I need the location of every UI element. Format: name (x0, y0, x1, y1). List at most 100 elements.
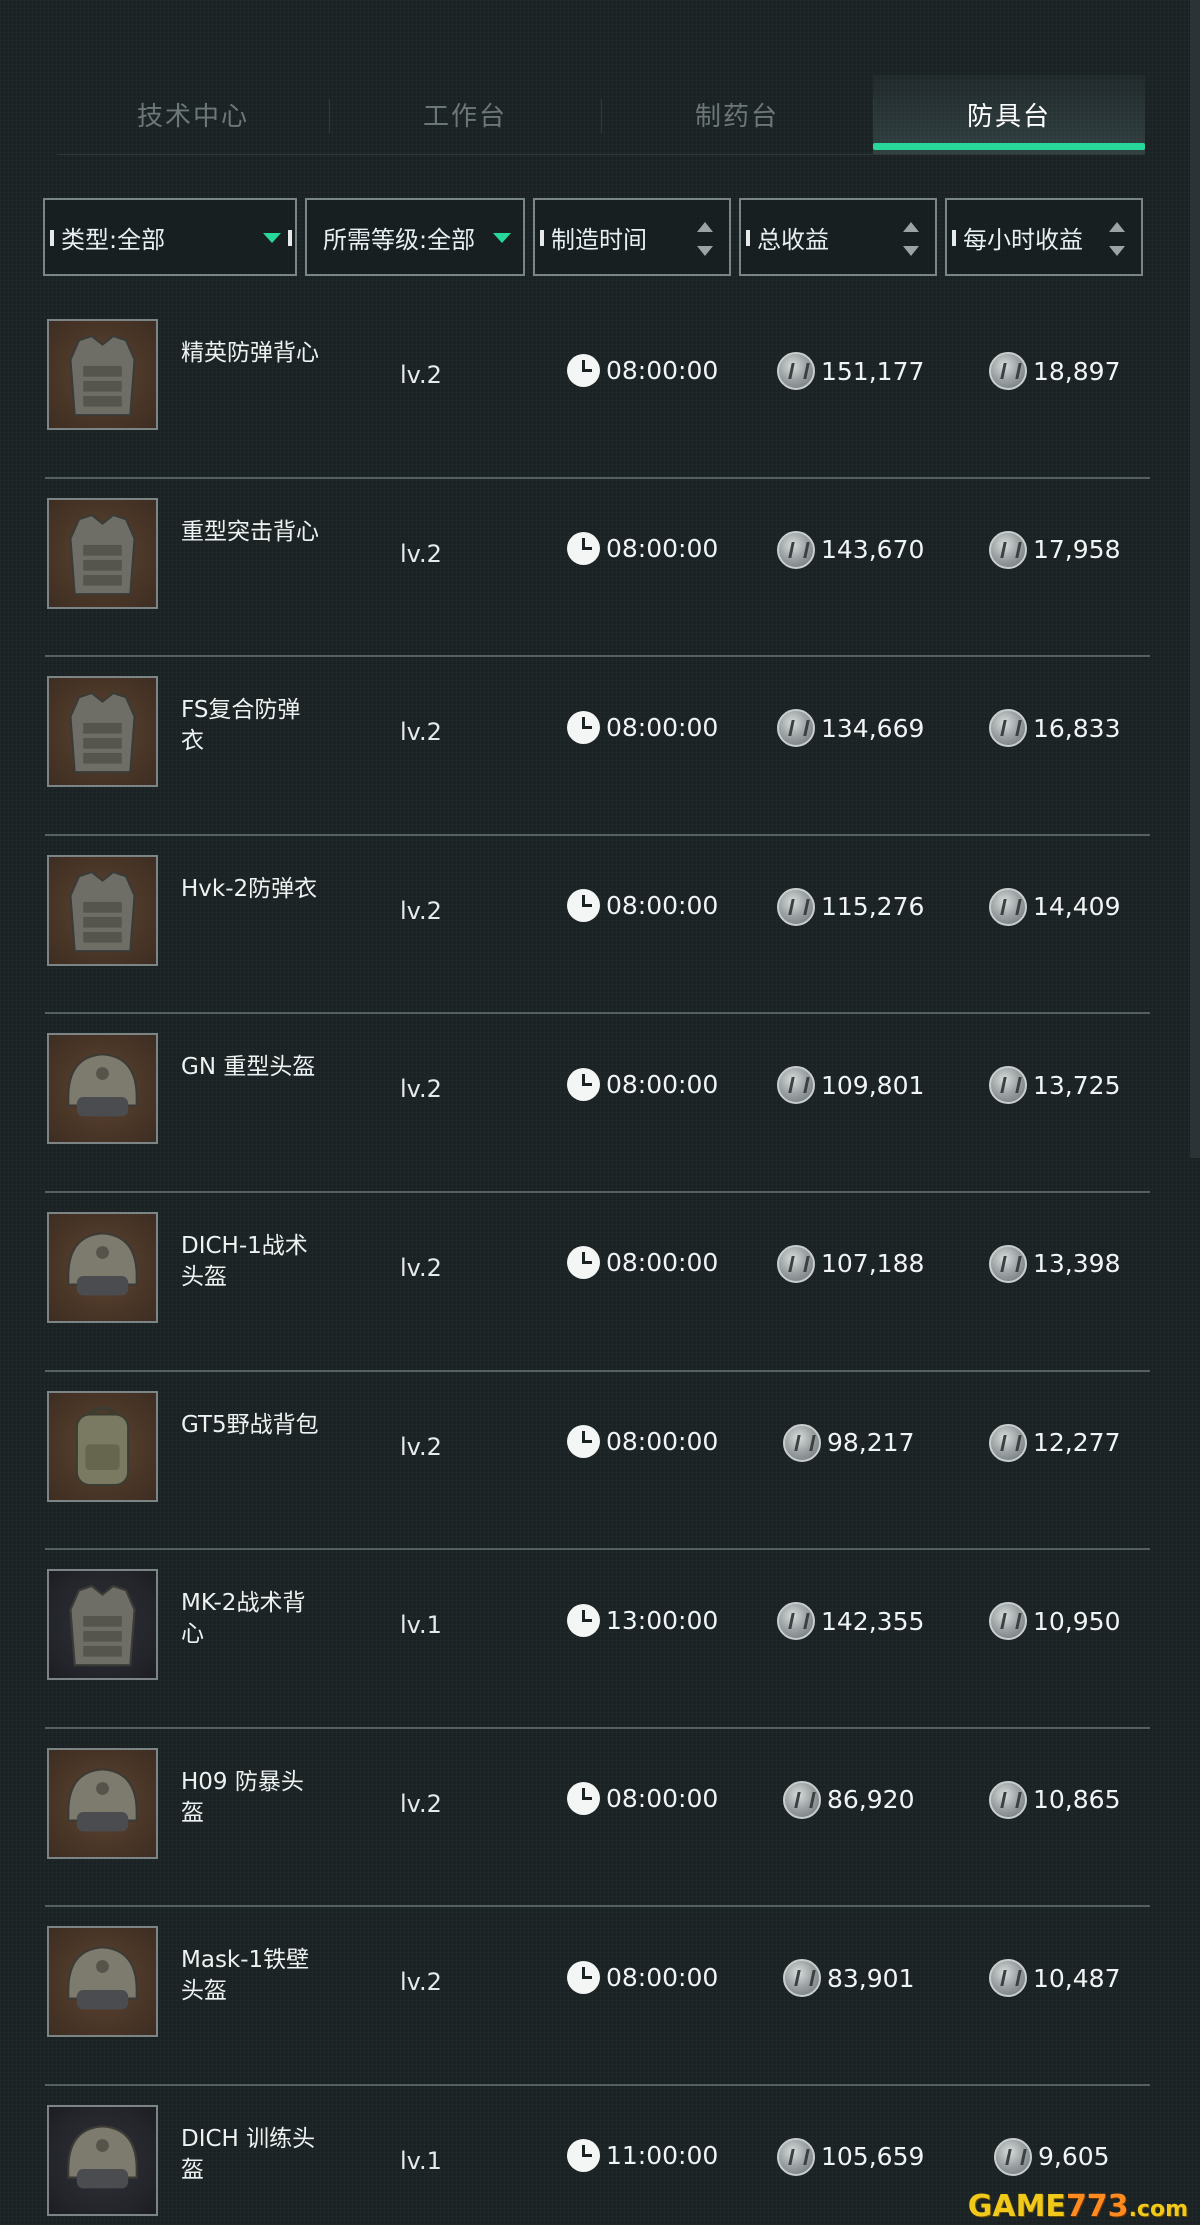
total-profit-value: 98,217 (827, 1428, 915, 1458)
total-profit-sort[interactable]: 总收益 (739, 198, 937, 276)
total-profit: 115,276 (777, 887, 925, 926)
watermark-part: GAME (967, 2189, 1066, 2224)
coin-icon (777, 352, 815, 390)
total-profit-value: 134,669 (821, 713, 925, 743)
coin-icon (777, 530, 815, 569)
craft-time-sort[interactable]: 制造时间 (533, 198, 731, 276)
item-level: lv.2 (400, 896, 442, 925)
item-list: 精英防弹背心 lv.2 08:00:00 151,177 18,897 重型突击背心 lv.… (45, 300, 1150, 2225)
level-filter-dropdown[interactable]: 所需等级:全部 (305, 198, 525, 276)
helmet-icon (49, 1035, 156, 1142)
filter-bar: 类型:全部 所需等级:全部 制造时间 总收益 每小时收益 (43, 198, 1143, 276)
table-row[interactable]: GN 重型头盔 lv.2 08:00:00 109,801 13,725 (45, 1014, 1150, 1193)
craft-time-value: 08:00:00 (606, 1069, 719, 1099)
craft-time-value: 08:00:00 (606, 1784, 719, 1814)
filter-marker-icon (540, 230, 544, 246)
craft-time: 13:00:00 (567, 1602, 718, 1638)
hourly-profit: 18,897 (989, 352, 1120, 390)
coin-icon (989, 1423, 1027, 1462)
clock-icon (567, 889, 600, 923)
total-profit: 151,177 (777, 352, 924, 390)
table-row[interactable]: 重型突击背心 lv.2 08:00:00 143,670 17,958 (45, 479, 1150, 658)
filter-marker-icon (288, 230, 292, 246)
coin-icon (989, 1959, 1027, 1998)
coin-icon (777, 1066, 815, 1105)
vest-icon (49, 857, 156, 964)
total-profit-value: 151,177 (821, 356, 925, 386)
craft-time-value: 08:00:00 (606, 534, 719, 564)
tab-tech-center[interactable]: 技术中心 (57, 75, 329, 154)
table-row[interactable]: FS复合防弹衣 lv.2 08:00:00 134,669 16,833 (45, 657, 1150, 836)
item-thumbnail (47, 319, 158, 430)
hourly-profit-sort[interactable]: 每小时收益 (945, 198, 1143, 276)
craft-time-value: 08:00:00 (606, 1962, 719, 1992)
hourly-profit: 12,277 (989, 1423, 1120, 1462)
watermark-part: .com (1128, 2197, 1188, 2222)
table-row[interactable]: Mask-1铁壁头盔 lv.2 08:00:00 83,901 10,487 (45, 1907, 1150, 2086)
watermark-part: 773 (1065, 2189, 1129, 2224)
craft-time-value: 13:00:00 (606, 1605, 719, 1635)
craft-time-value: 08:00:00 (606, 712, 719, 742)
tab-label: 工作台 (422, 102, 507, 132)
hourly-profit-value: 10,865 (1033, 1785, 1121, 1815)
total-profit: 134,669 (777, 709, 925, 748)
tab-armor-bench[interactable]: 防具台 (873, 75, 1145, 154)
coin-icon (989, 352, 1027, 390)
table-row[interactable]: H09 防暴头盔 lv.2 08:00:00 86,920 10,865 (45, 1729, 1150, 1908)
table-row[interactable]: 精英防弹背心 lv.2 08:00:00 151,177 18,897 (45, 300, 1150, 479)
hourly-profit-value: 9,605 (1038, 2142, 1110, 2172)
tab-workbench[interactable]: 工作台 (329, 75, 601, 154)
item-thumbnail (47, 2104, 158, 2216)
table-row[interactable]: GT5野战背包 lv.2 08:00:00 98,217 12,277 (45, 1372, 1150, 1551)
craft-time-value: 08:00:00 (606, 891, 719, 921)
clock-icon (567, 1603, 600, 1637)
tab-bar: 技术中心 工作台 制药台 防具台 (57, 75, 1145, 155)
item-name: Mask-1铁壁头盔 (181, 1947, 310, 2005)
coin-icon (783, 1959, 821, 1998)
scrollbar[interactable] (1190, 0, 1200, 1158)
vest-icon (49, 1571, 156, 1678)
coin-icon (989, 1780, 1027, 1819)
helmet-icon (49, 1214, 156, 1321)
item-name: DICH-1战术头盔 (181, 1232, 308, 1290)
total-profit-value: 107,188 (821, 1249, 925, 1279)
item-level: lv.2 (400, 1253, 442, 1282)
table-row[interactable]: Hvk-2防弹衣 lv.2 08:00:00 115,276 14,409 (45, 836, 1150, 1015)
total-profit-value: 109,801 (821, 1070, 925, 1100)
clock-icon (567, 353, 600, 387)
item-name: 重型突击背心 (181, 518, 319, 545)
table-row[interactable]: MK-2战术背心 lv.1 13:00:00 142,355 10,950 (45, 1550, 1150, 1729)
table-row[interactable]: DICH-1战术头盔 lv.2 08:00:00 107,188 13,398 (45, 1193, 1150, 1372)
total-profit: 83,901 (783, 1959, 915, 1998)
item-thumbnail (47, 1569, 158, 1681)
coin-icon (989, 530, 1027, 569)
coin-icon (777, 709, 815, 748)
type-filter-label: 类型:全部 (61, 225, 166, 254)
total-profit: 107,188 (777, 1244, 925, 1283)
craft-time: 08:00:00 (567, 709, 718, 745)
hourly-profit-label: 每小时收益 (963, 225, 1083, 254)
clock-icon (567, 1782, 600, 1816)
craft-time: 11:00:00 (567, 2138, 718, 2174)
total-profit: 98,217 (783, 1423, 915, 1462)
item-name: DICH 训练头盔 (181, 2125, 316, 2183)
craft-time: 08:00:00 (567, 352, 718, 388)
helmet-icon (49, 1928, 156, 2035)
vest-icon (49, 678, 156, 785)
craft-time-value: 08:00:00 (606, 1248, 719, 1278)
coin-icon (989, 1602, 1027, 1641)
total-profit-value: 115,276 (821, 892, 925, 922)
clock-icon (567, 532, 600, 566)
total-profit-value: 143,670 (821, 535, 925, 565)
hourly-profit: 13,725 (989, 1066, 1120, 1105)
coin-icon (994, 2137, 1032, 2176)
type-filter-dropdown[interactable]: 类型:全部 (43, 198, 297, 276)
vest-icon (49, 500, 156, 607)
helmet-icon (49, 2107, 156, 2214)
coin-icon (777, 2137, 815, 2176)
total-profit-value: 83,901 (827, 1963, 915, 1993)
tab-pharmacy[interactable]: 制药台 (601, 75, 873, 154)
coin-icon (989, 709, 1027, 748)
tab-label: 技术中心 (136, 102, 249, 132)
craft-time-value: 08:00:00 (606, 1427, 719, 1457)
